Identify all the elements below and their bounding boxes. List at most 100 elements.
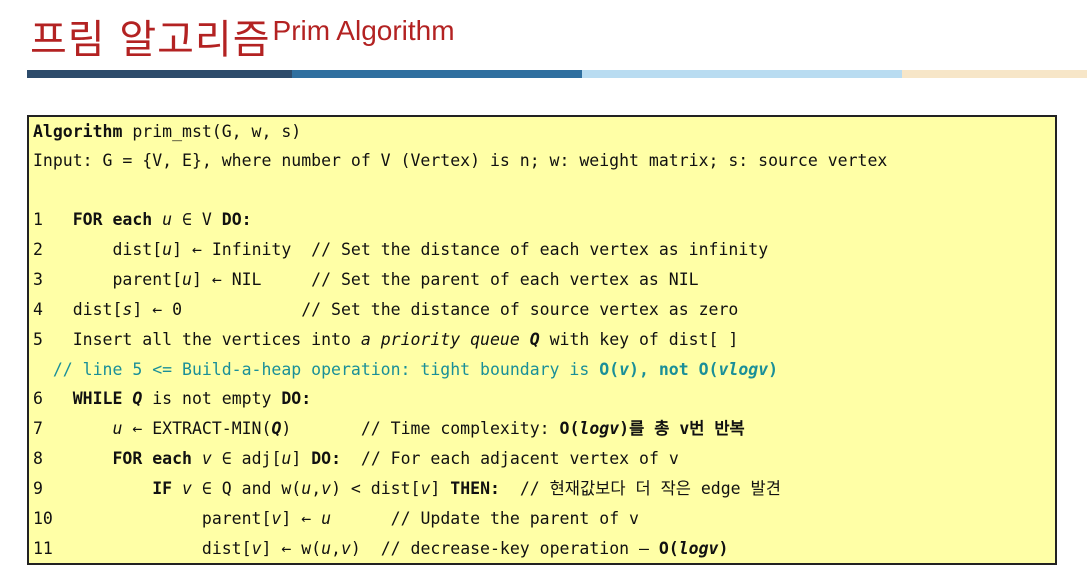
code-segment: parent[ (52, 269, 183, 289)
code-segment: // For each adjacent vertex of v (341, 449, 679, 469)
code-segment: s (122, 299, 133, 319)
bar-segment-dark (27, 70, 292, 78)
code-segment: dist[ (52, 538, 252, 558)
code-line-3: 3 parent[u] ← NIL // Set the parent of e… (33, 266, 699, 294)
code-segment: DO: (281, 389, 312, 409)
code-line-4: 4 dist[s] ← 0 // Set the distance of sou… (33, 296, 738, 324)
algorithm-signature: prim_mst(G, w, s) (122, 122, 302, 141)
code-segment: logv (678, 538, 719, 558)
line-number: 10 (33, 509, 53, 528)
code-segment: u (162, 210, 173, 229)
bar-segment-beige (902, 70, 1087, 78)
pseudocode-box: Algorithm prim_mst(G, w, s) Input: G = {… (27, 115, 1057, 565)
code-segment: u (301, 479, 312, 499)
code-segment: ∈ adj[ (211, 449, 282, 469)
code-segment: , (311, 479, 322, 499)
code-segment: ) (768, 359, 779, 379)
code-segment: v (340, 538, 351, 558)
code-line-9: 9 IF v ∈ Q and w(u,v) < dist[v] THEN: //… (33, 475, 781, 503)
code-segment: O( (599, 359, 620, 379)
line-number: 6 (33, 389, 53, 409)
code-segment: // Update the parent of v (331, 509, 639, 528)
title-underline-bar (27, 70, 1087, 78)
code-segment: u (162, 239, 173, 259)
code-line-7: 7 u ← EXTRACT-MIN(Q) // Time complexity:… (33, 415, 745, 443)
code-segment: DO: (221, 210, 252, 229)
code-segment: v (182, 479, 192, 499)
code-line-2: 2 dist[u] ← Infinity // Set the distance… (33, 236, 768, 264)
code-segment: , (331, 538, 341, 558)
slide-title: 프림 알고리즘 Prim Algorithm (30, 8, 455, 64)
code-segment: ∈ V (172, 210, 222, 229)
code-segment: ) (718, 538, 729, 558)
code-segment: THEN: (450, 479, 500, 499)
code-segment: with key of dist[ ] (539, 329, 739, 349)
code-segment: v (321, 479, 332, 499)
code-segment: ] ← Infinity // Set the distance of each… (172, 239, 769, 259)
code-segment: O( (559, 419, 580, 439)
code-segment: IF (152, 479, 173, 499)
code-segment: ), not O( (629, 359, 719, 379)
code-segment: logv (579, 419, 620, 439)
line-number: 8 (33, 449, 53, 469)
code-segment: ] ← NIL // Set the parent of each vertex… (191, 269, 699, 289)
line-number: 1 (33, 210, 53, 229)
code-segment: u (112, 419, 123, 439)
code-line-8: 8 FOR each v ∈ adj[u] DO: // For each ad… (33, 445, 679, 473)
line-number: 4 (33, 299, 53, 319)
line-number: 2 (33, 239, 53, 259)
code-segment: is not empty (142, 389, 282, 409)
code-segment: DO: (311, 449, 342, 469)
code-segment: ← EXTRACT-MIN( (122, 419, 272, 439)
bar-segment-mid (292, 70, 582, 78)
code-segment: // 현재값보다 더 작은 edge 발견 (499, 479, 781, 499)
code-segment: ] (291, 449, 312, 469)
code-segment: v (251, 538, 262, 558)
code-segment: FOR each (112, 449, 192, 469)
line-number: 5 (33, 329, 53, 349)
code-line-10: 10 parent[v] ← u // Update the parent of… (33, 505, 639, 533)
code-segment: a priority queue (360, 329, 520, 349)
title-english: Prim Algorithm (272, 15, 455, 46)
code-segment: v (619, 359, 630, 379)
code-segment: u (182, 269, 192, 289)
code-segment: ) < dist[ (331, 479, 421, 499)
code-line-5: 5 Insert all the vertices into a priorit… (33, 326, 738, 354)
code-segment: ) // Time complexity: (281, 419, 560, 439)
title-korean: 프림 알고리즘 (30, 17, 271, 63)
code-segment: )를 총 v번 반복 (619, 419, 745, 439)
code-segment: dist[ (52, 299, 123, 319)
bar-segment-light (582, 70, 902, 78)
algorithm-header: Algorithm prim_mst(G, w, s) (33, 118, 301, 146)
algorithm-keyword: Algorithm (33, 122, 123, 141)
code-segment: ) // decrease-key operation – (350, 538, 659, 558)
algorithm-input: Input: G = {V, E}, where number of V (Ve… (33, 151, 888, 170)
line-number: 11 (33, 538, 53, 558)
line-number: 9 (33, 479, 53, 499)
code-segment: dist[ (52, 239, 163, 259)
code-segment: ] ← 0 // Set the distance of source vert… (132, 299, 739, 319)
code-segment: Q (271, 419, 282, 439)
code-segment: u (281, 449, 292, 469)
code-segment: ] ← w( (261, 538, 322, 558)
code-segment: ∈ Q and w( (191, 479, 302, 499)
code-segment: u (321, 509, 332, 528)
code-segment: Insert all the vertices into (52, 329, 361, 349)
code-segment: Q (132, 389, 143, 409)
code-segment: v (420, 479, 431, 499)
code-segment: ] ← (281, 509, 322, 528)
code-line-11: 11 dist[v] ← w(u,v) // decrease-key oper… (33, 535, 728, 563)
line-number: 7 (33, 419, 53, 439)
code-segment: u (321, 538, 332, 558)
code-segment: ] (430, 479, 451, 499)
code-segment: Q (529, 329, 540, 349)
